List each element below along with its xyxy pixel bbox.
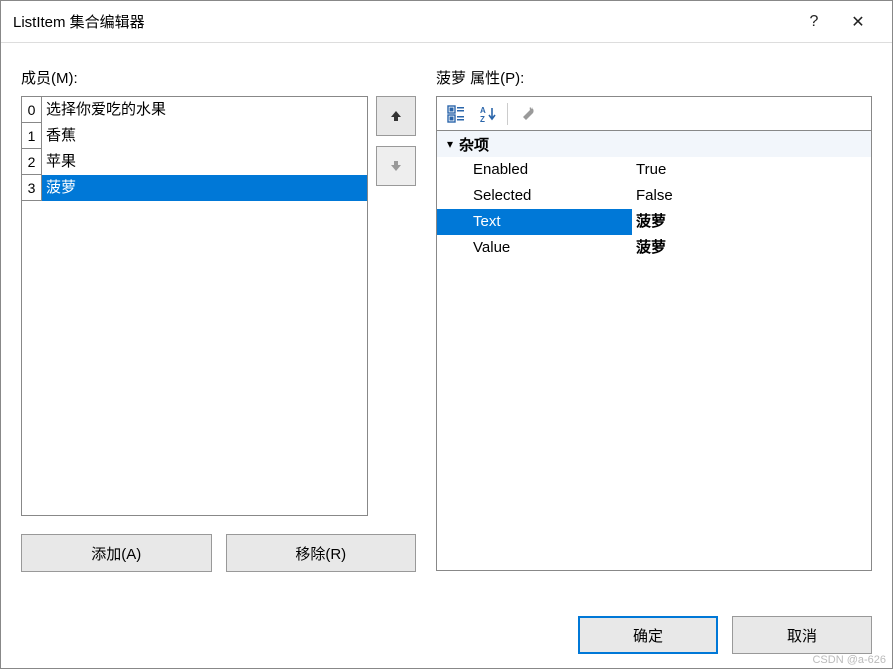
list-item[interactable]: 1香蕉 (22, 123, 367, 149)
watermark: CSDN @a-626 (812, 654, 886, 666)
cancel-button[interactable]: 取消 (732, 616, 872, 654)
reorder-buttons (376, 96, 416, 516)
property-name: Enabled (437, 157, 632, 183)
property-name: Text (437, 209, 632, 235)
svg-text:Z: Z (480, 115, 485, 123)
property-value[interactable]: 菠萝 (632, 209, 871, 235)
window-title: ListItem 集合编辑器 (13, 11, 792, 32)
property-name: Value (437, 235, 632, 261)
list-item-label: 苹果 (42, 149, 367, 175)
chevron-down-icon: ▾ (441, 137, 459, 151)
close-button[interactable]: ✕ (836, 7, 880, 37)
arrow-down-icon (389, 159, 403, 173)
property-row[interactable]: Text菠萝 (437, 209, 871, 235)
categorized-button[interactable] (443, 101, 469, 127)
property-toolbar: A Z (436, 96, 872, 130)
members-listbox[interactable]: 0选择你爱吃的水果1香蕉2苹果3菠萝 (21, 96, 368, 516)
list-item[interactable]: 2苹果 (22, 149, 367, 175)
svg-text:A: A (480, 106, 486, 115)
list-item-index: 0 (22, 97, 42, 123)
property-value[interactable]: 菠萝 (632, 235, 871, 261)
titlebar: ListItem 集合编辑器 ? ✕ (1, 1, 892, 43)
list-item-label: 菠萝 (42, 175, 367, 201)
categorized-icon (447, 105, 465, 123)
list-item-index: 3 (22, 175, 42, 201)
remove-button[interactable]: 移除(R) (226, 534, 417, 572)
move-down-button[interactable] (376, 146, 416, 186)
wrench-icon (518, 105, 536, 123)
arrow-up-icon (389, 109, 403, 123)
property-row[interactable]: EnabledTrue (437, 157, 871, 183)
category-name: 杂项 (459, 134, 489, 155)
main-content: 成员(M): 0选择你爱吃的水果1香蕉2苹果3菠萝 添加(A) 移除(R) 菠萝… (1, 43, 892, 582)
dialog-footer: 确定 取消 (578, 616, 872, 654)
property-value[interactable]: True (632, 157, 871, 183)
properties-panel: 菠萝 属性(P): A Z (436, 67, 872, 572)
move-up-button[interactable] (376, 96, 416, 136)
list-item-index: 2 (22, 149, 42, 175)
list-item-label: 选择你爱吃的水果 (42, 97, 367, 123)
sort-az-icon: A Z (479, 105, 497, 123)
ok-button[interactable]: 确定 (578, 616, 718, 654)
alphabetical-button[interactable]: A Z (475, 101, 501, 127)
add-remove-row: 添加(A) 移除(R) (21, 534, 416, 572)
list-item[interactable]: 3菠萝 (22, 175, 367, 201)
add-button[interactable]: 添加(A) (21, 534, 212, 572)
property-row[interactable]: Value菠萝 (437, 235, 871, 261)
list-item[interactable]: 0选择你爱吃的水果 (22, 97, 367, 123)
list-item-label: 香蕉 (42, 123, 367, 149)
help-button[interactable]: ? (792, 7, 836, 37)
property-value[interactable]: False (632, 183, 871, 209)
category-row[interactable]: ▾ 杂项 (437, 131, 871, 157)
property-pages-button[interactable] (514, 101, 540, 127)
properties-label: 菠萝 属性(P): (436, 67, 872, 88)
list-item-index: 1 (22, 123, 42, 149)
property-name: Selected (437, 183, 632, 209)
members-panel: 成员(M): 0选择你爱吃的水果1香蕉2苹果3菠萝 添加(A) 移除(R) (21, 67, 416, 572)
property-grid[interactable]: ▾ 杂项 EnabledTrueSelectedFalseText菠萝Value… (436, 130, 872, 571)
members-label: 成员(M): (21, 67, 416, 88)
property-row[interactable]: SelectedFalse (437, 183, 871, 209)
